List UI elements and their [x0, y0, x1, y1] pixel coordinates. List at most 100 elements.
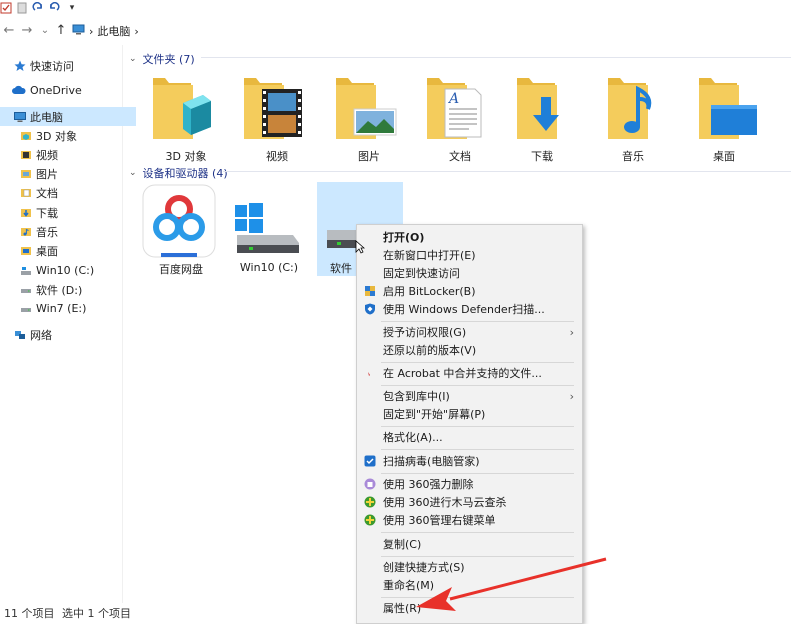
sidebar-item-label: 下载	[36, 206, 58, 220]
sidebar-item-label: 文档	[36, 186, 58, 200]
folder-label: 3D 对象	[165, 150, 207, 163]
navigation-pane: 快速访问 OneDrive 此电脑 3D 对象 视频 图片 文档 下载 音乐 桌…	[0, 45, 136, 605]
sidebar-item-label: OneDrive	[30, 84, 82, 97]
menu-separator	[381, 362, 574, 363]
sidebar-item-drive-c[interactable]: Win10 (C:)	[0, 261, 142, 280]
menu-separator	[381, 449, 574, 450]
pictures-folder-icon	[336, 78, 397, 139]
menu-separator	[381, 532, 574, 533]
folder-documents[interactable]: A 文档	[419, 75, 501, 165]
sidebar-item-label: 图片	[36, 167, 58, 181]
menu-separator	[381, 321, 574, 322]
quick-access-toolbar: ▾	[0, 0, 802, 18]
cloud-icon	[12, 85, 26, 97]
menu-item-include-library[interactable]: 包含到库中(I) ›	[357, 387, 582, 405]
sidebar-item-this-pc[interactable]: 此电脑	[0, 107, 136, 126]
folder-videos[interactable]: 视频	[236, 75, 318, 165]
menu-item-bitlocker[interactable]: 启用 BitLocker(B)	[357, 282, 582, 300]
sidebar-item-desktop[interactable]: 桌面	[0, 241, 142, 260]
360-scan-icon	[364, 496, 376, 508]
folder-desktop[interactable]: 桌面	[683, 75, 765, 165]
menu-item-pin-quick-access[interactable]: 固定到快速访问	[357, 264, 582, 282]
sidebar-item-documents[interactable]: 文档	[0, 183, 142, 202]
menu-item-defender-scan[interactable]: 使用 Windows Defender扫描...	[357, 300, 582, 318]
sidebar-item-downloads[interactable]: 下载	[0, 203, 142, 222]
properties-check-icon[interactable]	[0, 2, 12, 14]
submenu-arrow-icon: ›	[569, 389, 574, 403]
sidebar-item-3d-objects[interactable]: 3D 对象	[0, 126, 142, 145]
up-button[interactable]: ↑	[54, 23, 68, 39]
folder-downloads[interactable]: 下载	[501, 75, 583, 165]
recent-locations-button[interactable]: ⌄	[38, 23, 52, 39]
menu-item-360-scan[interactable]: 使用 360进行木马云查杀	[357, 493, 582, 511]
menu-item-virus-scan[interactable]: 扫描病毒(电脑管家)	[357, 452, 582, 470]
redo-icon[interactable]	[32, 1, 44, 14]
menu-item-copy[interactable]: 复制(C)	[357, 535, 582, 553]
breadcrumb-separator: ›	[89, 24, 94, 38]
customize-toolbar-dropdown[interactable]: ▾	[66, 2, 78, 14]
menu-separator	[381, 473, 574, 474]
menu-item-open[interactable]: 打开(O)	[357, 228, 582, 246]
sidebar-item-videos[interactable]: 视频	[0, 145, 142, 164]
collapse-chevron-icon[interactable]: ⌄	[129, 168, 137, 178]
sidebar-item-quick-access[interactable]: 快速访问	[0, 56, 136, 75]
drives-group-header[interactable]: ⌄ 设备和驱动器 (4)	[129, 165, 228, 181]
computer-icon	[72, 24, 85, 38]
sidebar-item-label: 视频	[36, 148, 58, 162]
sidebar-item-label: 音乐	[36, 225, 58, 239]
annotation-arrow-icon	[416, 557, 607, 611]
downloads-icon	[20, 207, 32, 219]
music-folder-icon	[608, 78, 652, 139]
menu-item-format[interactable]: 格式化(A)...	[357, 428, 582, 446]
sidebar-item-label: 此电脑	[30, 110, 63, 124]
folder-label: 文档	[449, 150, 471, 163]
sidebar-item-music[interactable]: 音乐	[0, 222, 142, 241]
menu-item-360-delete[interactable]: 使用 360强力删除	[357, 475, 582, 493]
windows-drive-icon	[235, 203, 299, 253]
back-button[interactable]: ←	[2, 23, 16, 39]
360-menu-icon	[364, 514, 376, 526]
selected-count: 选中 1 个项目	[62, 607, 131, 620]
desktop-folder-icon	[699, 78, 757, 139]
3d-objects-folder-icon	[153, 78, 211, 139]
menu-item-restore-versions[interactable]: 还原以前的版本(V)	[357, 341, 582, 359]
downloads-folder-icon	[517, 78, 559, 139]
menu-item-360-menu-manager[interactable]: 使用 360管理右键菜单	[357, 511, 582, 529]
menu-item-open-new-window[interactable]: 在新窗口中打开(E)	[357, 246, 582, 264]
shield-icon	[364, 285, 376, 297]
folder-label: 视频	[266, 150, 288, 163]
folders-group-header[interactable]: ⌄ 文件夹 (7)	[129, 51, 195, 67]
breadcrumb[interactable]: › 此电脑 ›	[72, 22, 139, 40]
sidebar-item-drive-d[interactable]: 软件 (D:)	[0, 280, 142, 299]
menu-item-pin-start[interactable]: 固定到"开始"屏幕(P)	[357, 405, 582, 423]
mouse-cursor-icon	[355, 240, 365, 254]
drive-baidu-netdisk[interactable]: 百度网盘	[137, 183, 225, 276]
sidebar-item-drive-e[interactable]: Win7 (E:)	[0, 299, 142, 318]
folder-label: 桌面	[713, 150, 735, 163]
svg-text:A: A	[447, 91, 459, 107]
folder-3d-objects[interactable]: 3D 对象	[145, 75, 227, 165]
group-divider	[223, 171, 791, 172]
menu-item-give-access[interactable]: 授予访问权限(G) ›	[357, 323, 582, 341]
documents-icon	[20, 187, 32, 199]
sidebar-item-pictures[interactable]: 图片	[0, 164, 142, 183]
defender-icon	[364, 303, 376, 315]
folder-pictures[interactable]: 图片	[328, 75, 410, 165]
menu-separator	[381, 426, 574, 427]
sidebar-item-label: 软件 (D:)	[36, 283, 83, 297]
sidebar-item-network[interactable]: 网络	[0, 325, 136, 344]
forward-button[interactable]: →	[20, 23, 34, 39]
video-icon	[20, 149, 32, 161]
breadcrumb-separator: ›	[134, 24, 139, 38]
sidebar-item-onedrive[interactable]: OneDrive	[0, 81, 134, 100]
breadcrumb-this-pc[interactable]: 此电脑	[97, 23, 130, 39]
collapse-chevron-icon[interactable]: ⌄	[129, 54, 137, 64]
windows-drive-icon	[20, 265, 32, 277]
undo-icon[interactable]	[48, 1, 60, 14]
baidu-netdisk-icon	[142, 184, 216, 258]
new-folder-icon[interactable]	[16, 2, 28, 14]
menu-item-acrobat-combine[interactable]: 在 Acrobat 中合并支持的文件...	[357, 364, 582, 382]
drive-icon	[20, 303, 32, 315]
folder-music[interactable]: 音乐	[592, 75, 674, 165]
address-bar: ← → ⌄ ↑ › 此电脑 ›	[0, 20, 802, 42]
